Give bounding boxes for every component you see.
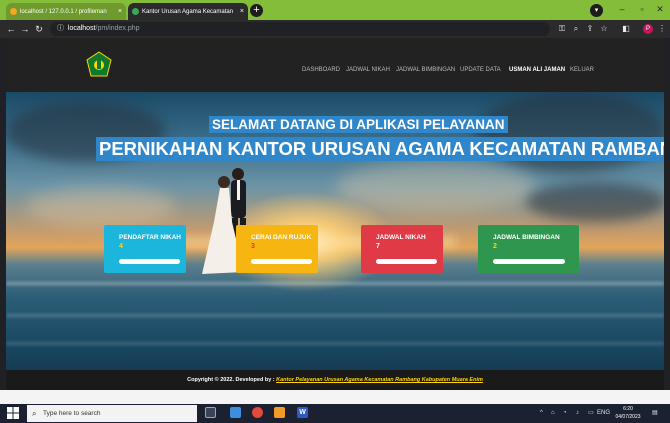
card-count: 3: [251, 243, 255, 250]
card-count: 7: [376, 243, 380, 250]
minimize-icon[interactable]: –: [612, 2, 632, 16]
file-explorer-icon[interactable]: [230, 407, 241, 418]
menu-keluar[interactable]: KELUAR: [570, 67, 594, 73]
share-icon[interactable]: ⇪: [584, 20, 596, 38]
menu-update-data[interactable]: UPDATE DATA: [460, 67, 501, 73]
hero-banner: SELAMAT DATANG DI APLIKASI PELAYANAN PER…: [6, 92, 664, 370]
language-indicator[interactable]: ENG: [597, 404, 610, 423]
search-placeholder: Type here to search: [43, 410, 101, 417]
globe-icon: [132, 8, 139, 15]
hero-title-line2: PERNIKAHAN KANTOR URUSAN AGAMA KECAMATAN…: [96, 137, 664, 161]
tab-label: Kantor Urusan Agama Kecamatan: [142, 8, 234, 15]
bookmark-star-icon[interactable]: ☆: [598, 20, 610, 38]
card-label: JADWAL BIMBINGAN: [493, 234, 560, 241]
notification-icon[interactable]: ▤: [652, 404, 658, 423]
website-viewport: DASHBOARD JADWAL NIKAH JADWAL BIMBINGAN …: [6, 38, 664, 390]
maximize-icon[interactable]: ▫: [632, 2, 652, 16]
menu-user-name[interactable]: USMAN ALI JAMAN: [509, 67, 565, 73]
card-label: CERAI DAN RUJUK: [251, 234, 312, 241]
wifi-icon[interactable]: ◔: [563, 404, 567, 423]
progress-bar: [376, 259, 437, 264]
progress-bar: [493, 259, 565, 264]
cloud: [526, 182, 664, 222]
clock-date: 04/07/2023: [615, 414, 641, 420]
network-icon[interactable]: ⌂: [551, 404, 555, 423]
key-icon[interactable]: ⚿: [556, 20, 568, 38]
tray-chevron-icon[interactable]: ^: [540, 404, 543, 423]
browser-tab-kua[interactable]: Kantor Urusan Agama Kecamatan ×: [128, 3, 248, 20]
close-window-icon[interactable]: ✕: [652, 2, 668, 16]
kemenag-logo-icon[interactable]: [86, 51, 112, 77]
back-icon[interactable]: ←: [4, 20, 18, 38]
card-label: JADWAL NIKAH: [376, 234, 426, 241]
taskbar-search-input[interactable]: ⌕ Type here to search: [27, 405, 197, 422]
taskbar-clock[interactable]: 6:20 04/07/2023: [612, 405, 644, 421]
volume-icon[interactable]: ♪: [576, 404, 579, 423]
card-pendaftar-nikah[interactable]: PENDAFTAR NIKAH 4: [104, 225, 186, 273]
tab-search-icon[interactable]: ▾: [590, 4, 603, 17]
battery-icon[interactable]: ▭: [588, 404, 594, 423]
card-cerai-rujuk[interactable]: CERAI DAN RUJUK 3: [236, 225, 318, 273]
browser-tab-phpmyadmin[interactable]: localhost / 127.0.0.1 / profileman ×: [6, 3, 126, 20]
card-label: PENDAFTAR NIKAH: [119, 234, 181, 241]
xampp-icon[interactable]: [274, 407, 285, 418]
info-icon: ⓘ: [57, 25, 64, 32]
sail-icon: [10, 8, 17, 15]
close-icon[interactable]: ×: [118, 8, 122, 15]
chrome-icon[interactable]: [252, 407, 263, 418]
address-bar[interactable]: ⓘ localhost/pm/index.php: [50, 22, 550, 36]
search-icon: ⌕: [32, 409, 37, 418]
url-host: localhost: [67, 25, 96, 32]
wave: [6, 314, 664, 317]
forward-icon[interactable]: →: [18, 20, 32, 38]
site-footer: Copyright © 2022. Developed by : Kantor …: [6, 370, 664, 390]
cloud: [26, 187, 176, 227]
profile-avatar[interactable]: P: [643, 24, 653, 34]
wave: [6, 342, 664, 345]
menu-dashboard[interactable]: DASHBOARD: [302, 67, 340, 73]
close-icon[interactable]: ×: [240, 8, 244, 15]
wave: [6, 282, 664, 285]
windows-start-icon[interactable]: [6, 406, 20, 420]
progress-bar: [119, 259, 180, 264]
card-jadwal-bimbingan[interactable]: JADWAL BIMBINGAN 2: [478, 225, 579, 273]
tab-label: localhost / 127.0.0.1 / profileman: [20, 8, 107, 15]
cloud: [336, 162, 536, 212]
menu-jadwal-bimbingan[interactable]: JADWAL BIMBINGAN: [396, 67, 455, 73]
page-bottom-blank: [0, 390, 670, 404]
card-jadwal-nikah[interactable]: JADWAL NIKAH 7: [361, 225, 443, 273]
zoom-icon[interactable]: ⌕: [570, 20, 582, 38]
menu-jadwal-nikah[interactable]: JADWAL NIKAH: [346, 67, 390, 73]
card-count: 4: [119, 243, 123, 250]
url-path: /pm/index.php: [95, 25, 140, 32]
footer-copyright: Copyright © 2022. Developed by :: [187, 377, 277, 383]
card-count: 2: [493, 243, 497, 250]
word-icon[interactable]: W: [297, 407, 308, 418]
new-tab-button[interactable]: +: [250, 4, 263, 17]
progress-bar: [251, 259, 312, 264]
clock-time: 6:20: [623, 406, 633, 412]
reload-icon[interactable]: ↻: [32, 20, 46, 38]
task-view-icon[interactable]: [205, 407, 216, 418]
hero-title-line1: SELAMAT DATANG DI APLIKASI PELAYANAN: [209, 116, 508, 133]
menu-kebab-icon[interactable]: ⋮: [656, 20, 668, 38]
side-panel-icon[interactable]: ◧: [620, 20, 632, 38]
footer-developer-link[interactable]: Kantor Pelayanan Urusan Agama Kecamatan …: [276, 377, 483, 383]
